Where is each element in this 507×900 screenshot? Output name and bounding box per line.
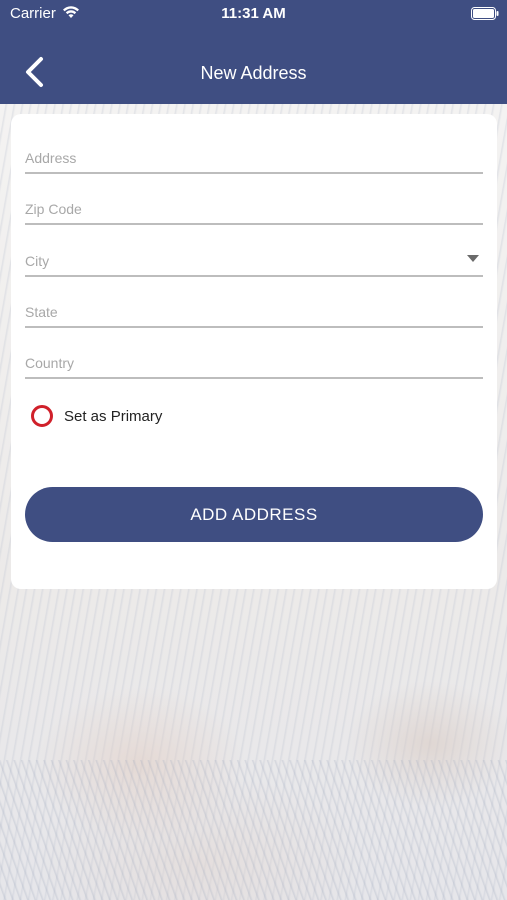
zip-code-input[interactable] <box>25 197 483 221</box>
dropdown-arrow-icon[interactable] <box>467 255 479 262</box>
zip-code-field <box>25 189 483 225</box>
country-field <box>25 343 483 379</box>
background-shirt-texture <box>0 760 507 900</box>
address-input[interactable] <box>25 146 483 170</box>
primary-radio[interactable] <box>31 405 53 427</box>
state-input[interactable] <box>25 300 483 324</box>
address-form-card: Set as Primary ADD ADDRESS <box>11 114 497 589</box>
navigation-bar: New Address <box>0 26 507 104</box>
primary-label: Set as Primary <box>64 407 163 425</box>
add-address-button[interactable]: ADD ADDRESS <box>25 487 483 542</box>
address-field <box>25 138 483 174</box>
city-field[interactable] <box>25 241 483 277</box>
battery-icon <box>471 7 499 20</box>
status-bar: Carrier 11:31 AM <box>0 0 507 26</box>
state-field <box>25 292 483 328</box>
status-time: 11:31 AM <box>221 5 286 22</box>
page-title: New Address <box>200 63 307 83</box>
city-select[interactable] <box>25 249 483 273</box>
set-primary-option[interactable]: Set as Primary <box>31 403 162 429</box>
country-input[interactable] <box>25 351 483 375</box>
